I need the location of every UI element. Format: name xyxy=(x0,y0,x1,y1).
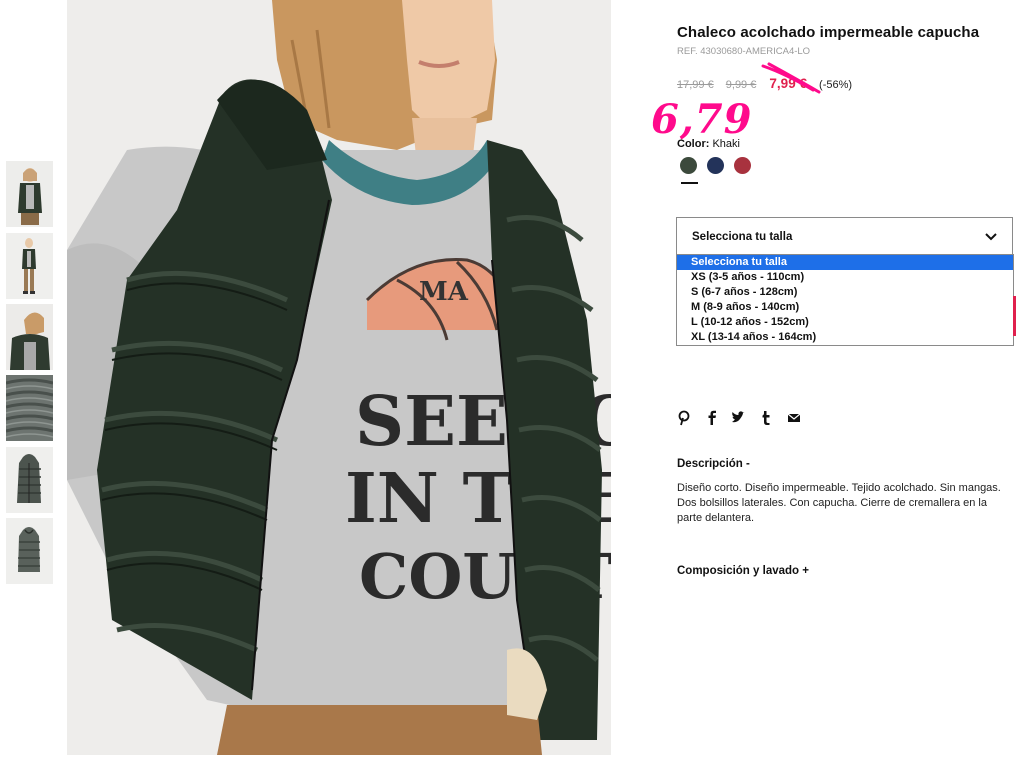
color-swatch-red[interactable] xyxy=(734,157,751,174)
color-swatches xyxy=(680,157,770,187)
original-price: 17,99 € xyxy=(677,79,714,91)
selected-swatch-indicator xyxy=(681,182,698,184)
ball-print-text: MA xyxy=(419,277,469,307)
previous-price: 9,99 € xyxy=(725,79,757,91)
current-price: 7,99 € xyxy=(769,76,807,91)
thumbnail-5[interactable] xyxy=(6,447,53,513)
thumbnail-6-image xyxy=(6,518,53,584)
size-select[interactable]: Selecciona tu talla xyxy=(676,217,1013,255)
handwritten-price-note: 6,79 xyxy=(651,96,753,143)
thumbnail-1-image xyxy=(6,161,53,227)
color-label: Color: xyxy=(677,138,710,150)
size-select-label: Selecciona tu talla xyxy=(692,231,793,243)
thumbnail-4[interactable] xyxy=(6,375,53,441)
thumbnail-2-image xyxy=(6,233,53,299)
size-option-placeholder[interactable]: Selecciona tu talla xyxy=(677,255,1013,270)
chevron-down-icon xyxy=(985,233,997,241)
thumbnail-4-image xyxy=(6,375,53,441)
size-dropdown-list: Selecciona tu talla XS (3-5 años - 110cm… xyxy=(676,254,1014,346)
product-reference: REF. 43030680-AMERICA4-LO xyxy=(677,46,811,57)
size-option-xl[interactable]: XL (13-14 años - 164cm) xyxy=(677,330,1013,345)
thumbnail-1[interactable] xyxy=(6,161,53,227)
size-option-m[interactable]: M (8-9 años - 140cm) xyxy=(677,300,1013,315)
tumblr-icon[interactable] xyxy=(759,410,773,426)
color-label-row: Color: Khaki xyxy=(677,138,740,150)
pinterest-icon[interactable] xyxy=(677,410,691,426)
price-row: 17,99 € 9,99 € 7,99 € (-56%) xyxy=(677,76,852,94)
color-value: Khaki xyxy=(712,138,740,150)
product-title: Chaleco acolchado impermeable capucha xyxy=(677,24,980,41)
face xyxy=(402,0,495,125)
product-main-image: MA SEE YOU IN THE COURT xyxy=(67,0,611,755)
thumbnail-3[interactable] xyxy=(6,304,53,370)
thumbnail-6[interactable] xyxy=(6,518,53,584)
description-toggle[interactable]: Descripción - xyxy=(677,458,750,470)
facebook-icon[interactable] xyxy=(705,410,719,426)
description-text: Diseño corto. Diseño impermeable. Tejido… xyxy=(677,482,1001,524)
size-option-l[interactable]: L (10-12 años - 152cm) xyxy=(677,315,1013,330)
size-option-s[interactable]: S (6-7 años - 128cm) xyxy=(677,285,1013,300)
twitter-icon[interactable] xyxy=(731,410,745,426)
color-swatch-khaki[interactable] xyxy=(680,157,697,174)
thumbnail-2[interactable] xyxy=(6,233,53,299)
add-to-cart-button-edge[interactable] xyxy=(1013,296,1016,336)
size-option-xs[interactable]: XS (3-5 años - 110cm) xyxy=(677,270,1013,285)
color-swatch-navy[interactable] xyxy=(707,157,724,174)
discount-badge: (-56%) xyxy=(819,79,853,91)
thumbnail-5-image xyxy=(6,447,53,513)
thumbnail-3-image xyxy=(6,304,53,370)
email-icon[interactable] xyxy=(787,410,801,426)
composition-toggle[interactable]: Composición y lavado + xyxy=(677,565,809,577)
share-icons xyxy=(677,410,807,428)
